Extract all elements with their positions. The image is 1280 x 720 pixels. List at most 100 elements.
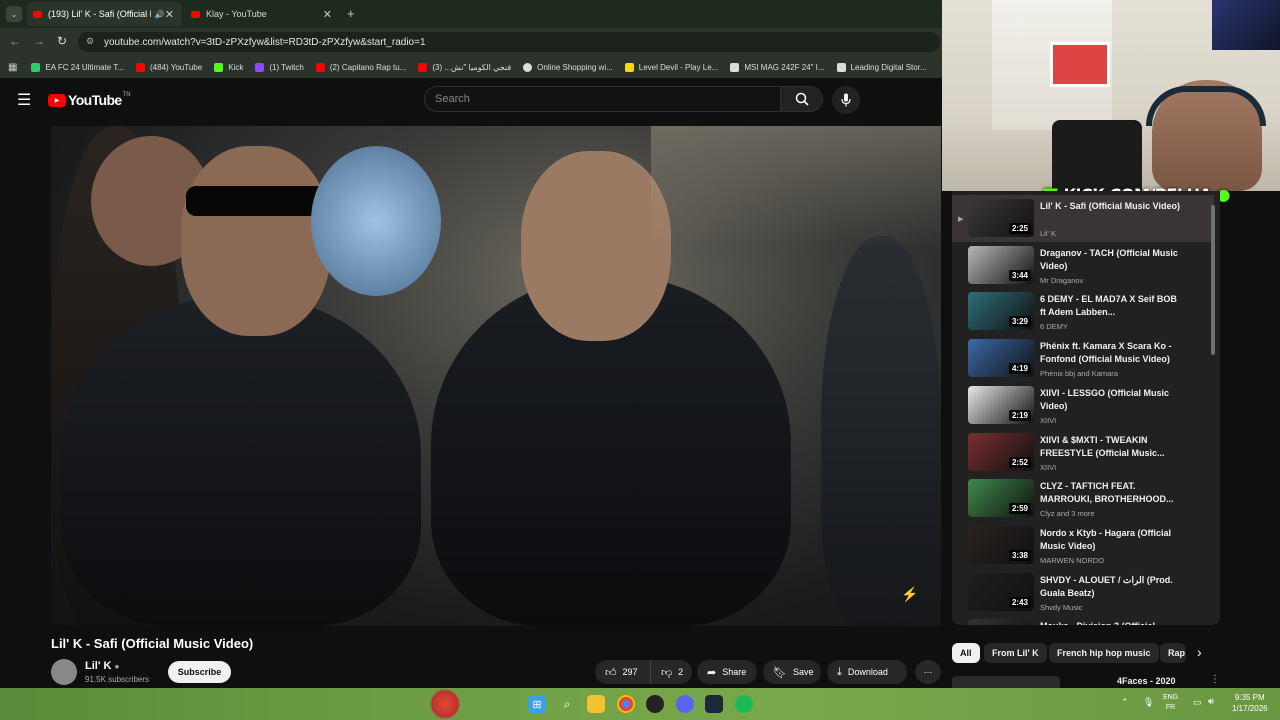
chip-genre[interactable]: French hip hop music <box>1049 643 1159 663</box>
tab-inactive[interactable]: Klay - YouTube ✕ <box>185 2 340 26</box>
channel-avatar[interactable] <box>51 659 77 685</box>
site-info-icon[interactable]: ⚙ <box>86 36 94 47</box>
close-icon[interactable]: ✕ <box>165 8 174 21</box>
new-tab-icon[interactable]: + <box>347 6 355 21</box>
bookmark-favicon-icon <box>31 62 41 72</box>
chrome-icon[interactable] <box>617 695 635 713</box>
chip-from-channel[interactable]: From Lil' K <box>984 643 1047 663</box>
system-clock[interactable]: 9:35 PM 1/17/2026 <box>1232 692 1268 714</box>
playlist-item-title: Mouka - Division 3 (Official <box>1040 620 1180 625</box>
playlist-thumbnail[interactable]: 2:43 <box>968 572 1034 611</box>
speaker-icon[interactable]: 🔊 <box>155 10 165 19</box>
bookmark-item[interactable]: (484) YouTube <box>136 62 202 72</box>
playlist-thumbnail[interactable] <box>968 619 1034 625</box>
spotify-icon[interactable] <box>735 695 753 713</box>
playlist-thumbnail[interactable]: 2:59 <box>968 479 1034 518</box>
download-button[interactable]: ⤓ Download <box>827 660 907 684</box>
playlist-scrollbar[interactable] <box>1211 205 1215 355</box>
close-icon[interactable]: ✕ <box>323 8 332 21</box>
playlist-item-title: Draganov - TACH (Official Music Video) <box>1040 247 1178 271</box>
bookmark-item[interactable]: Leading Digital Stor... <box>836 62 927 72</box>
steam-icon[interactable] <box>705 695 723 713</box>
reload-icon[interactable]: ↻ <box>57 34 67 48</box>
more-icon: ⋯ <box>923 666 933 677</box>
playlist-item-channel: XIIVI <box>1040 462 1057 472</box>
volume-icon[interactable]: 🔊︎ <box>1208 696 1214 707</box>
playlist-thumbnail[interactable]: 2:52 <box>968 432 1034 471</box>
bookmark-item[interactable]: Online Shopping wi... <box>523 62 613 72</box>
voice-search-button[interactable] <box>832 86 860 114</box>
bookmark-label: Kick <box>228 62 244 72</box>
file-explorer-icon[interactable] <box>587 695 605 713</box>
playlist-item[interactable]: 2:19 XIIVI - LESSGO (Official Music Video… <box>952 382 1214 429</box>
chevron-up-icon[interactable]: ⌃ <box>1121 697 1129 708</box>
playlist-item[interactable]: 2:59 CLYZ - TAFTICH FEAT. MARROUKI, BROTH… <box>952 475 1214 522</box>
bookmark-item[interactable]: Level Devil - Play Le... <box>624 62 718 72</box>
playlist-thumbnail[interactable]: 3:44 <box>968 245 1034 284</box>
next-video-thumb[interactable] <box>952 676 1060 688</box>
bookmark-label: فنجي الكوميا "نش... (3) <box>432 62 512 72</box>
more-actions-button[interactable]: ⋯ <box>915 660 941 684</box>
tab-active[interactable]: (193) Lil' K - Safi (Official M 🔊 ✕ <box>27 2 182 26</box>
bookmark-item[interactable]: MSI MAG 242F 24" I... <box>730 62 825 72</box>
channel-name[interactable]: Lil' K ● <box>85 660 119 672</box>
tab-search-icon[interactable]: ⌄ <box>6 6 22 22</box>
bookmark-item[interactable]: (1) Twitch <box>255 62 304 72</box>
playlist-item[interactable]: 3:29 6 DEMY - EL MAD7A X Seif BOB ft Adem… <box>952 288 1214 335</box>
thumbs-down-icon: 👎︎ <box>661 666 673 679</box>
bookmark-item[interactable]: (2) Capitano Rap tu... <box>315 62 407 72</box>
playlist-item[interactable]: 2:52 XIIVI & $MXTI - TWEAKIN FREESTYLE (O… <box>952 429 1214 476</box>
playlist-thumbnail[interactable]: 3:38 <box>968 525 1034 564</box>
windows-taskbar: ⊞ ⌕ ⌃ 🎙︎ ENG FR ▭ 🔊︎ 9:35 PM 1/17/2026 <box>0 688 1280 720</box>
language-indicator[interactable]: ENG FR <box>1163 693 1178 713</box>
playlist-item[interactable]: 2:43 SHVDY - ALOUET / الرات (Prod. Guala … <box>952 569 1214 616</box>
like-button[interactable]: 👍︎ 297 <box>595 660 650 684</box>
url-field[interactable]: ⚙ youtube.com/watch?v=3tD-zPXzfyw&list=R… <box>78 32 940 52</box>
microphone-icon[interactable]: 🎙︎ <box>1143 697 1154 708</box>
watermark-icon: ⚡ <box>901 586 919 602</box>
back-icon[interactable]: ← <box>9 34 21 48</box>
playlist-item[interactable]: 4:19 Phénix ft. Kamara X Scara Ko - Fonfo… <box>952 335 1214 382</box>
playlist-item-title: 6 DEMY - EL MAD7A X Seif BOB ft Adem Lab… <box>1040 294 1177 318</box>
start-icon[interactable]: ⊞ <box>528 695 546 713</box>
bookmark-label: (2) Capitano Rap tu... <box>329 62 407 72</box>
playlist-item[interactable]: 3:38 Nordo x Ktyb - Hagara (Official Musi… <box>952 522 1214 569</box>
discord-icon[interactable] <box>676 695 694 713</box>
dislike-button[interactable]: 👎︎ 2 <box>650 660 692 684</box>
playlist-item[interactable]: Mouka - Division 3 (Official <box>952 615 1214 625</box>
bookmark-item[interactable]: Kick <box>214 62 244 72</box>
share-button[interactable]: ➦ Share <box>697 660 757 684</box>
forward-icon[interactable]: → <box>33 34 45 48</box>
app-icon[interactable] <box>646 695 664 713</box>
network-icon[interactable]: ▭ <box>1193 697 1202 708</box>
chip-rap[interactable]: Rap <box>1160 643 1186 663</box>
chevron-right-icon[interactable]: › <box>1197 644 1202 660</box>
next-video-title[interactable]: 4Faces - 2020 <box>1117 676 1176 686</box>
search-input[interactable]: Search <box>424 86 781 112</box>
download-label: Download <box>847 667 888 677</box>
more-vert-icon[interactable]: ⋮ <box>1210 674 1220 685</box>
search-button[interactable] <box>781 86 823 112</box>
playlist-item-channel: Lil' K <box>1040 229 1057 238</box>
menu-icon[interactable]: ☰ <box>17 90 31 110</box>
subscriber-count: 91.5K subscribers <box>85 675 150 684</box>
playlist-item[interactable]: ▶ 2:25 Lil' K - Safi (Official Music Video… <box>952 195 1214 242</box>
duration-badge: 3:38 <box>1008 549 1031 561</box>
play-logo-icon: ▶ <box>48 93 66 107</box>
subscribe-button[interactable]: Subscribe <box>168 661 231 683</box>
playlist-thumbnail[interactable]: 2:25 <box>968 199 1034 237</box>
playlist-thumbnail[interactable]: 4:19 <box>968 339 1034 378</box>
playlist-item-title: Phénix ft. Kamara X Scara Ko - Fonfond (… <box>1040 341 1172 365</box>
playlist-thumbnail[interactable]: 3:29 <box>968 292 1034 331</box>
chip-all[interactable]: All <box>952 643 980 663</box>
playlist-thumbnail[interactable]: 2:19 <box>968 385 1034 424</box>
search-icon[interactable]: ⌕ <box>558 695 576 713</box>
save-button[interactable]: 🔖︎ Save <box>763 660 821 684</box>
bookmark-item[interactable]: فنجي الكوميا "نش... (3) <box>418 62 512 72</box>
playlist-item[interactable]: 3:44 Draganov - TACH (Official Music Vide… <box>952 242 1214 289</box>
webcam-chair <box>1052 120 1142 191</box>
apps-grid-icon[interactable]: ▦ <box>8 62 17 73</box>
bookmark-item[interactable]: EA FC 24 Ultimate T... <box>31 62 124 72</box>
video-player[interactable]: ⚡ <box>51 126 941 626</box>
youtube-logo[interactable]: ▶ YouTube TN <box>48 92 131 108</box>
